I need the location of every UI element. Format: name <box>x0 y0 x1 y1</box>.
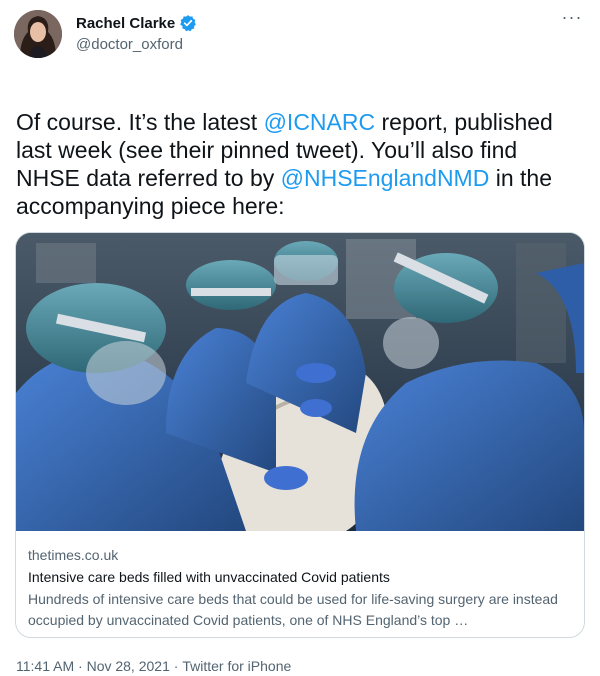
author-display-name[interactable]: Rachel Clarke <box>76 15 175 32</box>
footer-separator: · <box>173 658 179 674</box>
link-card-meta[interactable]: thetimes.co.uk Intensive care beds fille… <box>28 545 574 631</box>
tweet-date[interactable]: Nov 28, 2021 <box>87 657 170 675</box>
verified-badge-icon <box>179 14 197 32</box>
mention-link-icnarc[interactable]: @ICNARC <box>264 109 376 135</box>
tweet-text: Of course. It’s the latest @ICNARC repor… <box>16 108 584 220</box>
mention-link-nhsenglandnmd[interactable]: @NHSEnglandNMD <box>281 165 490 191</box>
intensive-care-staff-photo <box>16 233 584 531</box>
author-avatar[interactable] <box>14 10 62 58</box>
link-card-image[interactable] <box>16 233 584 531</box>
author-handle[interactable]: @doctor_oxford <box>76 36 183 53</box>
footer-separator: · <box>78 658 83 674</box>
tweet: Rachel Clarke @doctor_oxford ··· Of cour… <box>0 0 600 676</box>
more-horizontal-icon[interactable]: ··· <box>560 8 584 30</box>
tweet-text-part: Of course. It’s the latest <box>16 109 264 135</box>
tweet-source[interactable]: Twitter for iPhone <box>182 657 291 675</box>
avatar-photo <box>14 10 62 58</box>
tweet-time[interactable]: 11:41 AM <box>16 657 74 675</box>
link-card-description[interactable]: Hundreds of intensive care beds that cou… <box>28 589 574 631</box>
link-card-domain[interactable]: thetimes.co.uk <box>28 545 574 565</box>
author-name-row[interactable]: Rachel Clarke <box>76 14 197 32</box>
tweet-footer: 11:41 AM · Nov 28, 2021 · Twitter for iP… <box>16 657 291 675</box>
link-preview-card[interactable]: thetimes.co.uk Intensive care beds fille… <box>15 232 585 638</box>
link-card-title[interactable]: Intensive care beds filled with unvaccin… <box>28 567 574 587</box>
